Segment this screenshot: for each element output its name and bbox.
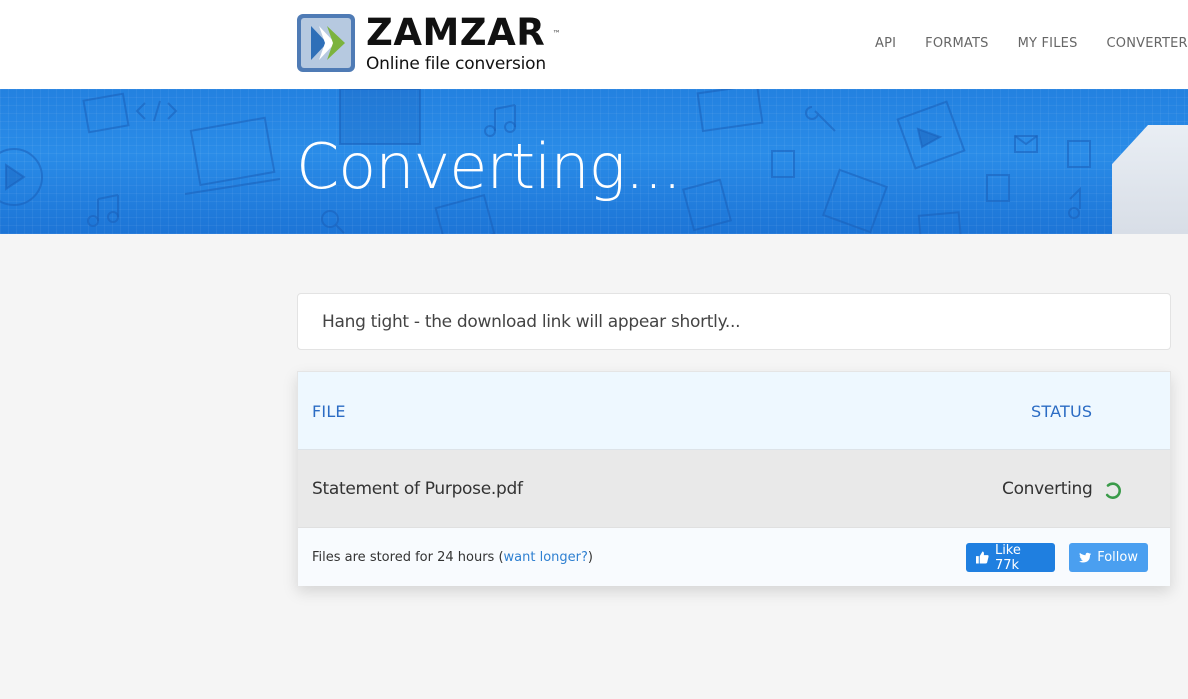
table-header: FILE STATUS — [298, 372, 1170, 450]
wrench-icon — [805, 106, 836, 132]
doc-icon-2 — [771, 150, 795, 178]
files-table: FILE STATUS Statement of Purpose.pdf Con… — [297, 371, 1171, 586]
table-footer: Files are stored for 24 hours (want long… — [298, 528, 1170, 586]
storage-info: Files are stored for 24 hours (want long… — [312, 550, 593, 565]
twitter-bird-icon — [1079, 552, 1092, 563]
hero-banner: Converting... — [0, 89, 1188, 234]
spinner-icon — [1105, 482, 1121, 499]
film-reel-icon — [822, 168, 888, 234]
doc-icon-3 — [986, 174, 1010, 202]
music-note-icon-3 — [1068, 186, 1081, 219]
facebook-like-button[interactable]: Like 77k — [966, 543, 1055, 573]
column-header-status: STATUS — [1031, 402, 1093, 421]
page-title: Converting... — [296, 130, 682, 203]
music-note-icon-2 — [87, 194, 119, 227]
film-icon — [82, 92, 130, 134]
column-header-file: FILE — [312, 402, 346, 421]
nav-formats[interactable]: FORMATS — [925, 36, 988, 51]
nav-converters[interactable]: CONVERTERS — [1107, 36, 1188, 51]
twitter-follow-button[interactable]: Follow — [1069, 543, 1148, 572]
notice-text: Hang tight - the download link will appe… — [322, 312, 741, 332]
nav-my-files[interactable]: MY FILES — [1018, 36, 1078, 51]
code-icon — [135, 100, 178, 122]
doc-icon — [1067, 140, 1091, 168]
mail-icon — [1014, 135, 1038, 153]
thumbs-up-icon — [976, 551, 989, 564]
play-circle-icon — [0, 148, 43, 206]
zamzar-logo[interactable]: ZAMZAR ™ Online file conversion — [297, 11, 562, 74]
search-icon — [321, 210, 345, 234]
refresh-doc-icon — [696, 89, 764, 133]
table-row: Statement of Purpose.pdf Converting — [298, 450, 1170, 528]
logo-tagline: Online file conversion — [366, 54, 546, 74]
logo-arrows-icon — [297, 14, 355, 72]
laptop-icon — [184, 116, 281, 195]
zamzar-tile-icon — [896, 100, 966, 170]
status-notice: Hang tight - the download link will appe… — [297, 293, 1171, 350]
mp3-doc-icon — [681, 178, 733, 232]
image-icon — [917, 211, 963, 234]
site-header: ZAMZAR ™ Online file conversion API FORMA… — [0, 0, 1188, 89]
want-longer-link[interactable]: want longer? — [504, 550, 588, 565]
logo-name: ZAMZAR ™ — [366, 11, 562, 54]
file-status: Converting — [1002, 479, 1093, 499]
file-name: Statement of Purpose.pdf — [312, 479, 523, 499]
nav-api[interactable]: API — [875, 36, 896, 51]
main-nav: API FORMATS MY FILES CONVERTERS — [875, 36, 1188, 51]
trademark: ™ — [552, 29, 562, 38]
